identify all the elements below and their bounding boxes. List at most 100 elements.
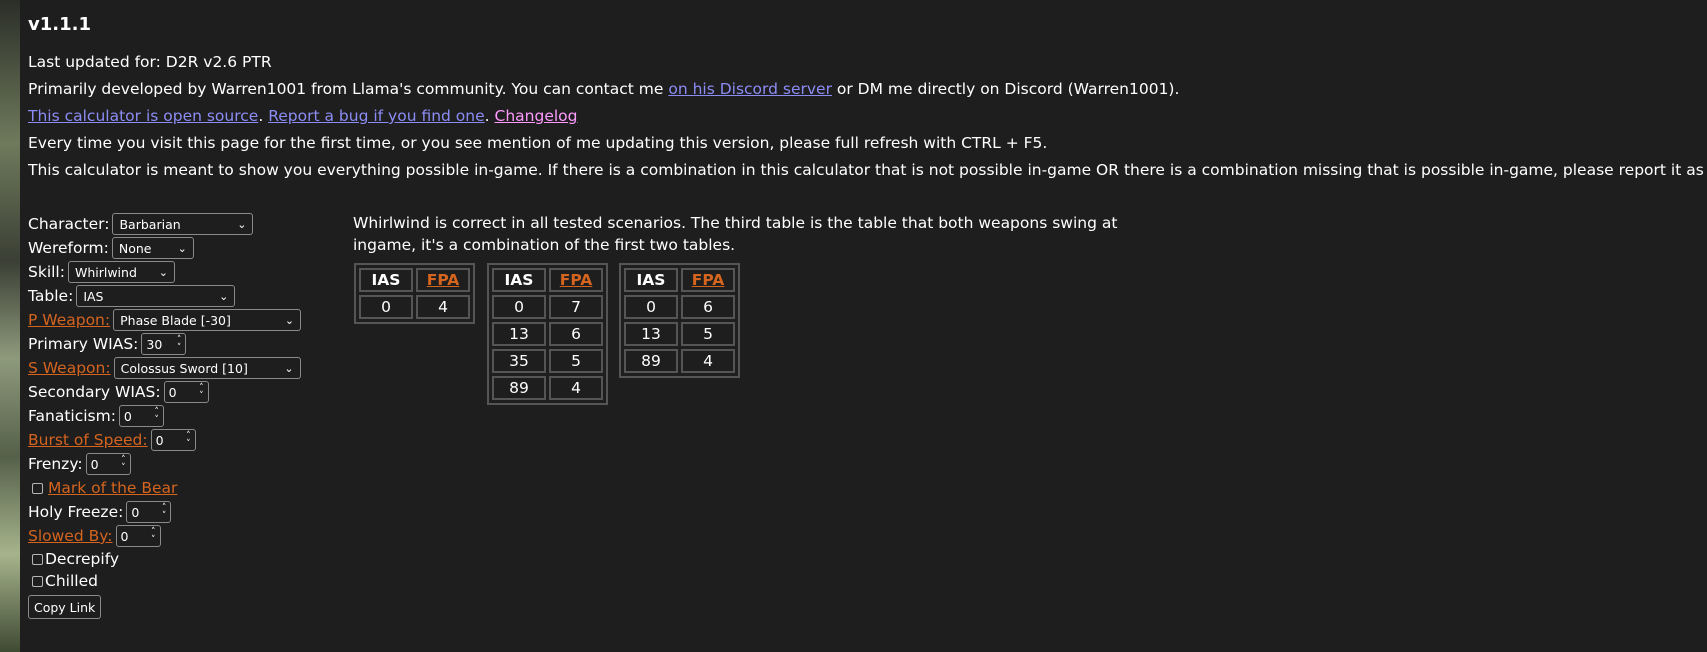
s-weapon-select[interactable]: Colossus Sword [10] ⌄ xyxy=(113,357,301,379)
fpa-cell: 7 xyxy=(549,295,603,319)
s-weapon-link[interactable]: S Weapon: xyxy=(28,359,111,377)
spinner-icon: ˄ ˅ xyxy=(176,335,182,353)
wereform-value: None xyxy=(118,240,152,256)
s-weapon-row: S Weapon: Colossus Sword [10] ⌄ xyxy=(28,356,301,380)
background-art xyxy=(0,0,20,652)
spinner-icon: ˄ ˅ xyxy=(199,383,204,401)
fpa-header-link[interactable]: FPA xyxy=(681,268,735,292)
decrepify-label: Decrepify xyxy=(45,550,120,568)
fanaticism-row: Fanaticism: 0 ˄ ˅ xyxy=(28,404,301,428)
table-row: Table: IAS ⌄ xyxy=(28,284,301,308)
chevron-down-icon: ⌄ xyxy=(177,241,187,255)
p-weapon-link[interactable]: P Weapon: xyxy=(28,311,110,329)
slowed-by-input[interactable]: 0 ˄ ˅ xyxy=(115,525,161,547)
open-source-link[interactable]: This calculator is open source xyxy=(28,107,258,125)
s-weapon-value: Colossus Sword [10] xyxy=(120,360,248,376)
fpa-cell: 4 xyxy=(549,376,603,400)
decrepify-checkbox[interactable] xyxy=(32,553,43,565)
holy-freeze-value: 0 xyxy=(131,504,140,520)
ias-cell: 35 xyxy=(492,349,546,373)
burst-of-speed-input[interactable]: 0 ˄ ˅ xyxy=(150,429,196,451)
developer-line: Primarily developed by Warren1001 from L… xyxy=(28,76,1707,103)
discord-server-link[interactable]: on his Discord server xyxy=(668,80,832,98)
chilled-label: Chilled xyxy=(45,572,98,590)
table-row: 0 6 xyxy=(624,295,735,319)
copy-link-button[interactable]: Copy Link xyxy=(28,595,102,619)
calculator-form: Character: Barbarian ⌄ Wereform: None ⌄ Sk… xyxy=(28,212,302,619)
skill-label: Skill: xyxy=(28,263,65,281)
holy-freeze-input[interactable]: 0 ˄ ˅ xyxy=(126,501,172,523)
frenzy-label: Frenzy: xyxy=(28,455,83,473)
ias-cell: 89 xyxy=(492,376,546,400)
burst-of-speed-link[interactable]: Burst of Speed: xyxy=(28,431,148,449)
table-row: 13 5 xyxy=(624,322,735,346)
table-header-row: IAS FPA xyxy=(359,268,470,292)
p-weapon-value: Phase Blade [-30] xyxy=(120,312,231,328)
ias-cell: 0 xyxy=(624,295,678,319)
table-header-row: IAS FPA xyxy=(624,268,735,292)
burst-of-speed-row: Burst of Speed: 0 ˄ ˅ xyxy=(28,428,301,452)
table-row: 89 4 xyxy=(624,349,735,373)
decrepify-row: Decrepify xyxy=(28,548,301,570)
secondary-wias-input[interactable]: 0 ˄ ˅ xyxy=(163,381,209,403)
purpose-note: This calculator is meant to show you eve… xyxy=(28,161,1707,179)
fpa-table-combined: IAS FPA 0 6 13 5 89 4 xyxy=(619,263,740,378)
fpa-cell: 5 xyxy=(549,349,603,373)
spinner-icon: ˄ ˅ xyxy=(121,455,126,473)
primary-wias-input[interactable]: 30 ˄ ˅ xyxy=(141,333,187,355)
mark-of-the-bear-checkbox[interactable] xyxy=(32,482,43,494)
skill-row: Skill: Whirlwind ⌄ xyxy=(28,260,301,284)
skill-select[interactable]: Whirlwind ⌄ xyxy=(67,261,175,283)
page: v1.1.1 Last updated for: D2R v2.6 PTR Pr… xyxy=(28,0,1707,652)
chevron-down-icon: ⌄ xyxy=(237,217,247,231)
wereform-label: Wereform: xyxy=(28,239,109,257)
fpa-table-primary: IAS FPA 0 4 xyxy=(354,263,475,324)
p-weapon-select[interactable]: Phase Blade [-30] ⌄ xyxy=(113,309,302,331)
character-value: Barbarian xyxy=(119,216,181,232)
fanaticism-input[interactable]: 0 ˄ ˅ xyxy=(118,405,164,427)
chilled-checkbox[interactable] xyxy=(32,575,43,587)
slowed-by-value: 0 xyxy=(120,528,129,544)
table-row: 35 5 xyxy=(492,349,603,373)
secondary-wias-label: Secondary WIAS: xyxy=(28,383,161,401)
fanaticism-label: Fanaticism: xyxy=(28,407,116,425)
slowed-by-link[interactable]: Slowed By: xyxy=(28,527,113,545)
report-bug-link[interactable]: Report a bug if you find one xyxy=(268,107,484,125)
skill-note: Whirlwind is correct in all tested scena… xyxy=(353,214,1118,254)
changelog-link[interactable]: Changelog xyxy=(495,107,578,125)
chevron-down-icon: ⌄ xyxy=(158,265,168,279)
fpa-cell: 6 xyxy=(549,322,603,346)
table-row: 0 7 xyxy=(492,295,603,319)
mark-of-the-bear-row: Mark of the Bear xyxy=(28,476,301,500)
info-block: Last updated for: D2R v2.6 PTR Primarily… xyxy=(28,49,1707,184)
table-row: 13 6 xyxy=(492,322,603,346)
fpa-table-secondary: IAS FPA 0 7 13 6 35 5 89 4 xyxy=(487,263,608,405)
slowed-by-row: Slowed By: 0 ˄ ˅ xyxy=(28,524,301,548)
separator: . xyxy=(484,107,495,125)
primary-wias-label: Primary WIAS: xyxy=(28,335,139,353)
skill-value: Whirlwind xyxy=(74,264,137,280)
ias-cell: 0 xyxy=(492,295,546,319)
character-select[interactable]: Barbarian ⌄ xyxy=(112,213,254,235)
table-select[interactable]: IAS ⌄ xyxy=(76,285,236,307)
developer-text: Primarily developed by Warren1001 from L… xyxy=(28,80,669,98)
wereform-select[interactable]: None ⌄ xyxy=(111,237,194,259)
chilled-row: Chilled xyxy=(28,570,301,592)
spinner-icon: ˄ ˅ xyxy=(186,431,191,449)
ias-cell: 13 xyxy=(492,322,546,346)
ias-cell: 89 xyxy=(624,349,678,373)
burst-of-speed-value: 0 xyxy=(155,432,164,448)
p-weapon-row: P Weapon: Phase Blade [-30] ⌄ xyxy=(28,308,302,332)
wereform-row: Wereform: None ⌄ xyxy=(28,236,301,260)
table-value: IAS xyxy=(83,288,104,304)
spinner-icon: ˄ ˅ xyxy=(154,407,159,425)
mark-of-the-bear-link[interactable]: Mark of the Bear xyxy=(48,479,177,497)
spinner-icon: ˄ ˅ xyxy=(151,527,156,545)
frenzy-input[interactable]: 0 ˄ ˅ xyxy=(85,453,131,475)
fpa-header-link[interactable]: FPA xyxy=(549,268,603,292)
frenzy-row: Frenzy: 0 ˄ ˅ xyxy=(28,452,301,476)
fpa-header-link[interactable]: FPA xyxy=(416,268,470,292)
spinner-icon: ˄ ˅ xyxy=(161,503,167,521)
holy-freeze-row: Holy Freeze: 0 ˄ ˅ xyxy=(28,500,301,524)
last-updated: Last updated for: D2R v2.6 PTR xyxy=(28,53,272,71)
